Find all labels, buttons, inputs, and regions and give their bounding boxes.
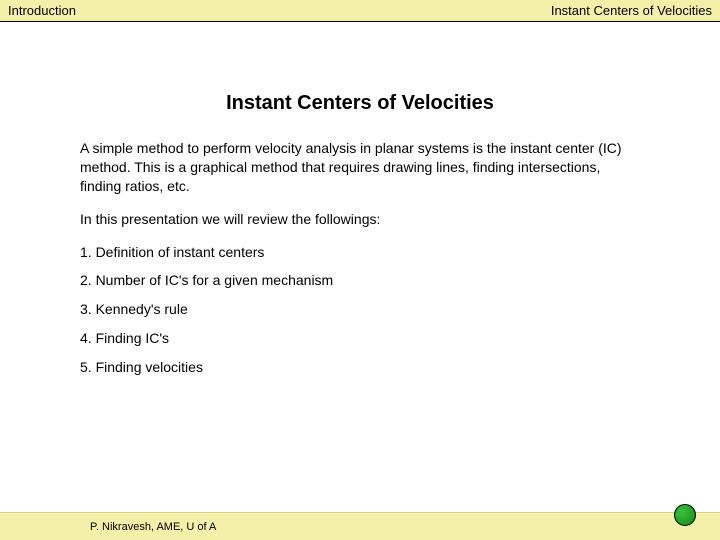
slide-content: Instant Centers of Velocities A simple m… bbox=[0, 22, 720, 377]
header-section-label: Introduction bbox=[8, 3, 76, 18]
review-lead-in: In this presentation we will review the … bbox=[80, 210, 640, 229]
green-dot-icon bbox=[674, 504, 696, 526]
footer-bar: P. Nikravesh, AME, U of A bbox=[0, 512, 720, 540]
slide-title: Instant Centers of Velocities bbox=[80, 92, 640, 115]
header-bar: Introduction Instant Centers of Velociti… bbox=[0, 0, 720, 22]
footer-author: P. Nikravesh, AME, U of A bbox=[90, 521, 216, 533]
list-item: 2. Number of IC's for a given mechanism bbox=[80, 271, 640, 290]
list-item: 5. Finding velocities bbox=[80, 358, 640, 377]
header-topic-label: Instant Centers of Velocities bbox=[551, 3, 712, 18]
list-item: 4. Finding IC's bbox=[80, 329, 640, 348]
intro-paragraph: A simple method to perform velocity anal… bbox=[80, 139, 640, 196]
list-item: 1. Definition of instant centers bbox=[80, 243, 640, 262]
list-item: 3. Kennedy's rule bbox=[80, 300, 640, 319]
